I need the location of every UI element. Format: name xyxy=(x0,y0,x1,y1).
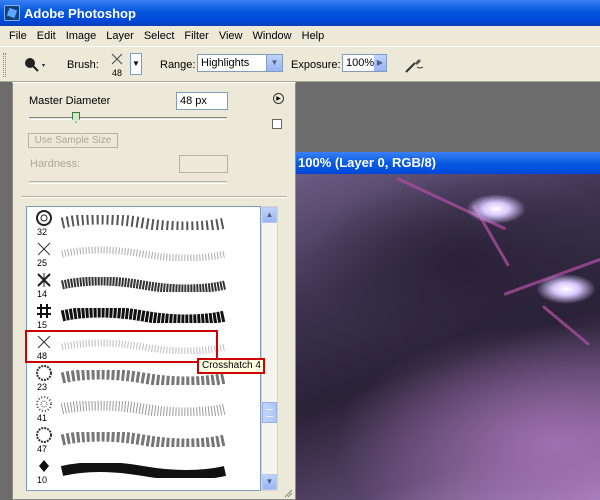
brush-stroke-preview xyxy=(60,215,227,230)
document-title: 100% (Layer 0, RGB/8) xyxy=(298,155,437,170)
chevron-down-icon[interactable]: ▼ xyxy=(266,55,282,71)
panel-menu-button[interactable]: ▶ xyxy=(273,93,284,104)
hardness-input[interactable] xyxy=(179,155,228,173)
photoshop-app-icon xyxy=(4,5,20,21)
document-canvas[interactable] xyxy=(296,174,600,500)
chevron-up-icon: ▲ xyxy=(265,210,274,219)
use-sample-size-label: Use Sample Size xyxy=(34,135,112,146)
master-diameter-slider-thumb[interactable] xyxy=(72,112,80,123)
light-flare xyxy=(536,274,596,304)
brush-list-scrollbar[interactable]: ▲ ▼ xyxy=(261,206,278,491)
brush-size-label: 25 xyxy=(36,258,47,268)
use-sample-size-button[interactable]: Use Sample Size xyxy=(28,133,118,148)
selected-brush-highlight xyxy=(25,330,218,363)
brush-preview[interactable]: 48 xyxy=(107,52,127,78)
scrollbar-thumb[interactable] xyxy=(262,402,277,423)
diamond-brush-icon xyxy=(31,456,57,476)
brush-size-label: 10 xyxy=(36,475,47,485)
menu-window[interactable]: Window xyxy=(248,30,297,42)
star-burst-brush-icon xyxy=(31,394,57,414)
brush-picker-panel: Master Diameter 48 px ▶ Use Sample Size … xyxy=(12,82,296,500)
menu-file[interactable]: File xyxy=(4,30,32,42)
window-title: Adobe Photoshop xyxy=(24,5,136,21)
save-brush-button[interactable] xyxy=(272,119,282,129)
scroll-down-button[interactable]: ▼ xyxy=(262,474,277,490)
exposure-slider-button[interactable]: ▶ xyxy=(374,55,386,71)
scroll-up-button[interactable]: ▲ xyxy=(262,207,277,223)
panel-divider xyxy=(21,196,287,198)
menu-layer[interactable]: Layer xyxy=(101,30,139,42)
range-value: Highlights xyxy=(201,57,250,69)
brush-preset[interactable]: 32 xyxy=(27,207,260,240)
workspace-background xyxy=(296,82,600,152)
dotted-ring-brush-icon xyxy=(31,363,57,383)
brush-size-label: 47 xyxy=(36,444,47,454)
brush-size-label: 41 xyxy=(36,413,47,423)
brush-stroke-preview xyxy=(61,246,226,261)
range-select[interactable]: Highlights ▼ xyxy=(197,54,283,72)
menu-help[interactable]: Help xyxy=(297,30,330,42)
chevron-down-icon: ▼ xyxy=(132,59,140,68)
dodge-tool-icon xyxy=(25,58,45,72)
crosshatch-brush-icon xyxy=(31,270,57,290)
title-bar: Adobe Photoshop xyxy=(0,0,600,26)
chevron-down-icon: ▼ xyxy=(265,477,274,486)
chevron-right-icon: ▶ xyxy=(376,58,384,67)
brush-stroke-preview xyxy=(60,432,227,447)
brush-size-label: 14 xyxy=(36,289,47,299)
menu-select[interactable]: Select xyxy=(139,30,180,42)
brush-preset[interactable]: 47 xyxy=(27,424,260,457)
brush-stroke-preview xyxy=(60,401,227,416)
master-diameter-label: Master Diameter xyxy=(29,95,111,107)
brush-preset[interactable]: 15 xyxy=(27,300,260,333)
menu-edit[interactable]: Edit xyxy=(32,30,61,42)
hardness-slider[interactable] xyxy=(29,181,227,184)
menu-image[interactable]: Image xyxy=(61,30,102,42)
play-icon: ▶ xyxy=(276,96,281,102)
brush-preset[interactable]: 14 xyxy=(27,269,260,302)
brush-preset[interactable]: 41 xyxy=(27,393,260,426)
menu-bar: File Edit Image Layer Select Filter View… xyxy=(0,26,600,46)
options-bar: Brush: 48 ▼ Range: Highlights ▼ Exposure… xyxy=(0,46,600,82)
light-streak xyxy=(542,305,590,346)
crosshatch-brush-icon xyxy=(31,239,57,259)
range-label: Range: xyxy=(160,59,196,71)
hardness-label: Hardness: xyxy=(30,158,81,170)
light-flare xyxy=(466,194,526,224)
brush-picker-dropdown[interactable]: ▼ xyxy=(130,53,142,75)
master-diameter-input[interactable]: 48 px xyxy=(176,92,228,110)
menu-filter[interactable]: Filter xyxy=(179,30,213,42)
brush-stroke-preview xyxy=(60,308,227,323)
crosshatch-brush-icon xyxy=(111,53,123,65)
tooltip-text: Crosshatch 4 xyxy=(202,360,261,371)
ring-brush-icon xyxy=(31,208,57,228)
brush-label: Brush: xyxy=(67,59,99,71)
airbrush-toggle[interactable] xyxy=(403,55,425,75)
brush-size: 48 xyxy=(111,68,122,78)
master-diameter-slider[interactable] xyxy=(29,117,227,120)
toolbar-gripper[interactable] xyxy=(3,53,6,77)
menu-view[interactable]: View xyxy=(214,30,248,42)
airbrush-icon xyxy=(405,59,424,73)
brush-size-label: 23 xyxy=(36,382,47,392)
brush-size-label: 32 xyxy=(36,227,47,237)
exposure-label: Exposure: xyxy=(291,59,341,71)
resize-grip-icon[interactable] xyxy=(283,488,293,498)
brush-tooltip: Crosshatch 4 xyxy=(197,358,265,374)
exposure-value: 100% xyxy=(346,57,375,69)
hash-brush-icon xyxy=(31,301,57,321)
brush-size-label: 15 xyxy=(36,320,47,330)
brush-stroke-preview xyxy=(60,277,226,292)
dotted-ring-brush-icon xyxy=(31,425,57,445)
tool-preset-picker[interactable] xyxy=(20,55,48,75)
brush-stroke-preview xyxy=(60,463,227,478)
master-diameter-value: 48 px xyxy=(180,95,207,107)
document-title-bar[interactable]: 100% (Layer 0, RGB/8) xyxy=(296,152,600,174)
brush-preset[interactable]: 25 xyxy=(27,238,260,271)
brush-preset[interactable]: 10 xyxy=(27,455,260,488)
